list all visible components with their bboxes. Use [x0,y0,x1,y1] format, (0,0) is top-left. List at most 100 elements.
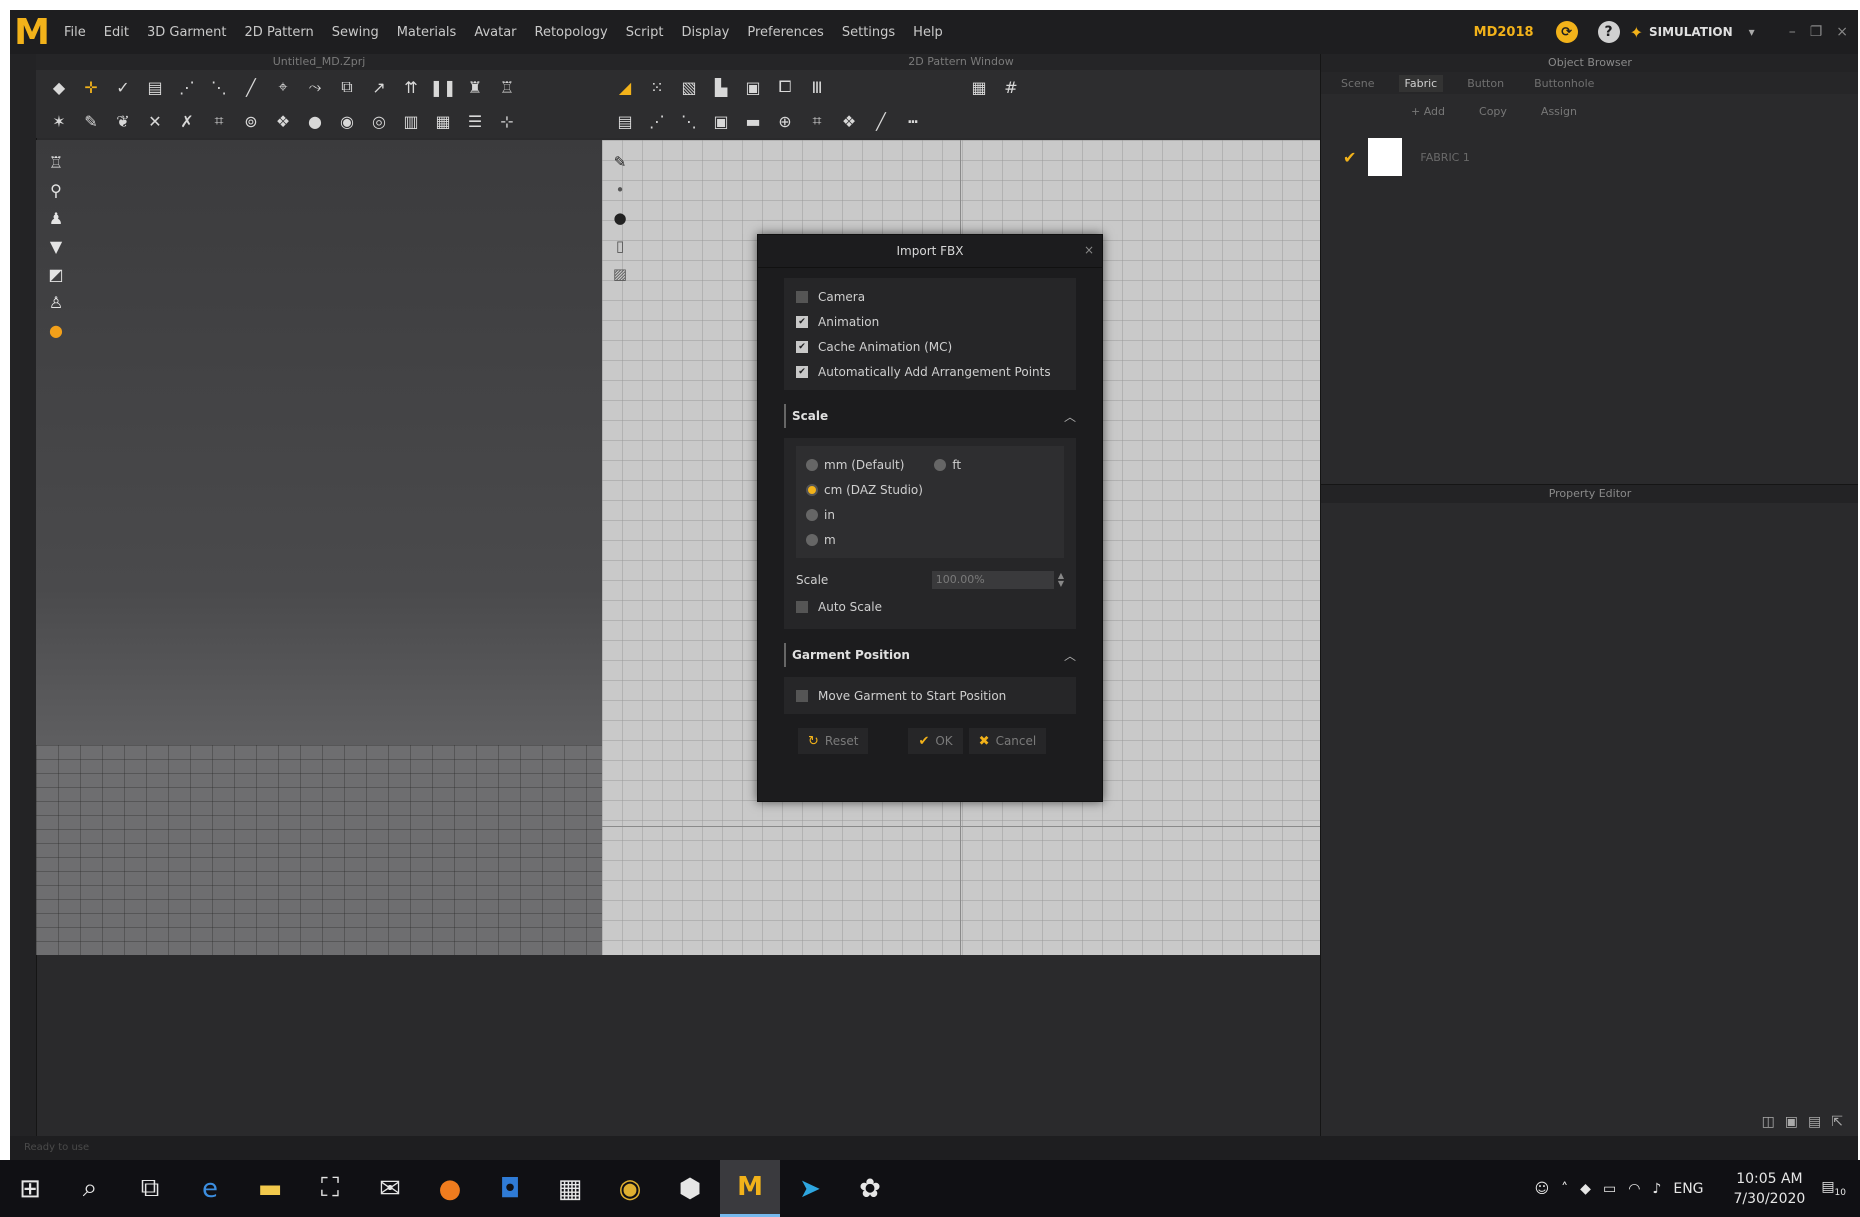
option-cache-animation[interactable]: ✔ Cache Animation (MC) [796,334,1064,359]
pause-icon[interactable]: ❚❚ [430,76,457,98]
dash-icon[interactable]: ┅ [900,110,926,132]
marvelous-designer-taskbar-icon[interactable]: M [720,1160,780,1217]
menu-retopology[interactable]: Retopology [535,25,608,40]
point-icon[interactable]: ● [302,110,328,132]
chevron-up-icon[interactable]: ︿ [1064,408,1076,425]
grid-icon[interactable]: ▦ [966,76,992,98]
menu-sewing[interactable]: Sewing [332,25,379,40]
view-quad-icon[interactable]: ▤ [1808,1114,1821,1130]
close-icon[interactable]: × [1836,24,1848,40]
menu-file[interactable]: File [64,25,86,40]
checkbox-move-garment[interactable] [796,689,808,702]
assign-button[interactable]: Assign [1541,105,1577,118]
fabric-list-item[interactable]: ✔ FABRIC 1 [1321,132,1858,182]
tab-button[interactable]: Button [1461,75,1510,92]
viewport-3d[interactable]: ♖ ⚲ ♟ ▼ ◩ ♙ ● [36,140,602,955]
tool-app-icon[interactable]: ✿ [840,1160,900,1217]
menu-3d-garment[interactable]: 3D Garment [147,25,227,40]
tape-icon[interactable]: ⧉ [334,76,360,98]
garment-icon[interactable]: ♖ [46,152,66,172]
butterfly-icon[interactable]: ❦ [110,110,136,132]
tuck-icon[interactable]: ✕ [142,110,168,132]
tray-chevron-icon[interactable]: ˄ [1561,1181,1568,1197]
buttonhole-icon[interactable]: ⌗ [804,110,830,132]
balloon-icon[interactable]: ● [610,208,630,228]
checkbox-cache-animation[interactable]: ✔ [796,340,808,353]
tab-fabric[interactable]: Fabric [1398,74,1444,92]
pattern-icon[interactable]: ▣ [708,110,734,132]
building-icon[interactable]: ▥ [398,110,424,132]
brush-icon[interactable]: ⋰ [174,76,200,98]
store-icon[interactable]: ⛶ [300,1160,360,1217]
menu-2d-pattern[interactable]: 2D Pattern [245,25,314,40]
axis-icon[interactable]: ⊹ [494,110,520,132]
firefox-icon[interactable]: ● [420,1160,480,1217]
dot-icon[interactable]: • [610,180,630,200]
option-move-garment[interactable]: Move Garment to Start Position [796,683,1064,708]
texture-icon[interactable]: ◩ [46,264,66,284]
menu-edit[interactable]: Edit [104,25,129,40]
dialog-close-icon[interactable]: × [1084,243,1094,257]
view-single-icon[interactable]: ◫ [1762,1114,1775,1130]
copy-button[interactable]: Copy [1479,105,1507,118]
transform-icon[interactable]: ◢ [612,76,638,98]
chess-icon[interactable]: ♖ [494,76,520,98]
notification-icon[interactable]: ▤10 [1821,1179,1846,1198]
trim-icon[interactable]: ♜ [462,76,488,98]
fold-icon[interactable]: ▤ [142,76,168,98]
checkbox-camera[interactable] [796,290,808,303]
edge-icon[interactable]: e [180,1160,240,1217]
hanger-icon[interactable]: ⚲ [46,180,66,200]
chrome-icon[interactable]: ◉ [600,1160,660,1217]
tab-scene[interactable]: Scene [1335,75,1381,92]
menu-avatar[interactable]: Avatar [474,25,516,40]
restore-icon[interactable]: ❐ [1810,24,1823,40]
checkbox-animation[interactable]: ✔ [796,315,808,328]
menu-materials[interactable]: Materials [397,25,457,40]
edit-icon[interactable]: ✎ [78,110,104,132]
button-tool-icon[interactable]: ⊚ [238,110,264,132]
move-icon[interactable]: ✛ [78,76,104,98]
avatar-pose-icon[interactable]: ✶ [46,110,72,132]
polygon-icon[interactable]: ▧ [676,76,702,98]
shrink-icon[interactable]: ⋱ [206,76,232,98]
line-2d-icon[interactable]: ╱ [868,110,894,132]
radio-in[interactable] [806,508,818,521]
pin-icon[interactable]: ✓ [110,76,136,98]
add-button[interactable]: + Add [1411,105,1445,118]
file-explorer-icon[interactable]: ▬ [240,1160,300,1217]
view-split-icon[interactable]: ▣ [1785,1114,1798,1130]
upload-icon[interactable]: ⇈ [398,76,424,98]
hash-icon[interactable]: # [998,76,1024,98]
target-icon[interactable]: ◎ [366,110,392,132]
chevron-up-icon[interactable]: ︿ [1064,647,1076,664]
option-arrangement-points[interactable]: ✔ Automatically Add Arrangement Points [796,359,1064,384]
rectangle-icon[interactable]: ▙ [708,76,734,98]
app-hex-icon[interactable]: ⬢ [660,1160,720,1217]
mail-icon[interactable]: ✉ [360,1160,420,1217]
minimize-icon[interactable]: – [1789,24,1796,40]
mode-selector[interactable]: ✦ SIMULATION ▾ [1630,23,1755,42]
start-icon[interactable]: ⊞ [0,1160,60,1217]
menu-settings[interactable]: Settings [842,25,895,40]
checkbox-arrangement-points[interactable]: ✔ [796,365,808,378]
light-icon[interactable]: ● [46,320,66,340]
menu-display[interactable]: Display [681,25,729,40]
garment-position-header[interactable]: Garment Position ︿ [784,643,1076,667]
tab-buttonhole[interactable]: Buttonhole [1528,75,1600,92]
radio-ft[interactable] [934,458,947,471]
menu-script[interactable]: Script [626,25,664,40]
tray-app-icon[interactable]: ◆ [1580,1181,1591,1197]
float-icon[interactable]: ⇱ [1831,1114,1843,1130]
edit-point-icon[interactable]: ⁙ [644,76,670,98]
cancel-button[interactable]: ✖ Cancel [968,728,1047,754]
option-animation[interactable]: ✔ Animation [796,309,1064,334]
taskbar-search-icon[interactable]: ⌕ [60,1160,120,1217]
scale-stepper-icon[interactable]: ▲ ▼ [1058,572,1064,588]
internal-shape-icon[interactable]: ▣ [740,76,766,98]
avatar-icon[interactable]: ♟ [46,208,66,228]
menu-help[interactable]: Help [913,25,943,40]
checkbox-auto-scale[interactable] [796,600,808,613]
button-2d-icon[interactable]: ⊕ [772,110,798,132]
grid-tool-icon[interactable]: ▦ [430,110,456,132]
